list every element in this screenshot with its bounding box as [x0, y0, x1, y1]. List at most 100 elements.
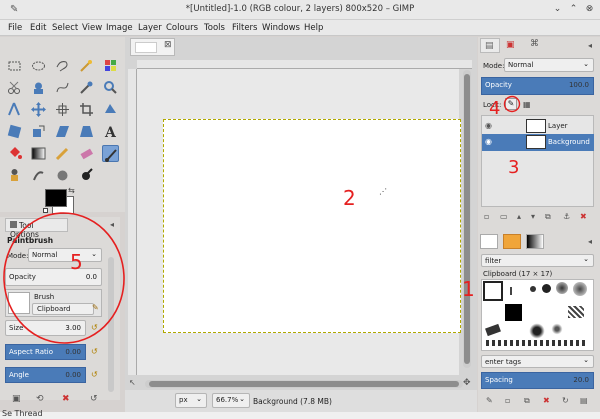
menu-help[interactable]: Help — [304, 23, 323, 33]
vertical-scrollbar[interactable] — [463, 70, 471, 368]
foreground-select-tool[interactable] — [30, 79, 47, 96]
brush-filter-input[interactable]: filter ⌄ — [481, 254, 594, 267]
text-tool[interactable]: A — [102, 123, 119, 141]
image-tab[interactable]: ⊠ — [130, 38, 175, 56]
layer-row-layer[interactable]: ◉ Layer — [482, 118, 594, 135]
paths-tool[interactable] — [54, 79, 71, 96]
menu-filters[interactable]: Filters — [232, 23, 257, 33]
paintbrush-tool[interactable] — [102, 145, 119, 162]
ellipse-select-tool[interactable] — [30, 57, 47, 74]
maximize-button[interactable]: ⌃ — [566, 2, 581, 17]
move-tool[interactable] — [30, 101, 47, 118]
smudge-tool[interactable] — [30, 167, 47, 184]
delete-brush-icon[interactable]: ✖ — [543, 396, 550, 405]
measure-tool[interactable] — [6, 101, 23, 118]
dodge-burn-tool[interactable] — [54, 167, 71, 184]
reset-options-icon[interactable]: ↺ — [90, 394, 98, 404]
open-brush-icon[interactable]: ▤ — [580, 396, 588, 405]
duplicate-layer-icon[interactable]: ⧉ — [545, 212, 551, 222]
close-button[interactable]: ⊗ — [582, 2, 597, 17]
image-canvas[interactable] — [163, 119, 461, 333]
menu-tools[interactable]: Tools — [204, 23, 225, 33]
brush-soft-large[interactable] — [573, 282, 587, 296]
brush-round-small[interactable] — [530, 286, 536, 292]
refresh-brushes-icon[interactable]: ↻ — [562, 396, 569, 405]
brush-splatter[interactable] — [528, 322, 546, 340]
brush-tags-input[interactable]: enter tags ⌄ — [481, 355, 594, 368]
zoom-select[interactable]: 66.7% ⌄ — [212, 393, 250, 408]
tab-gradients[interactable] — [526, 234, 544, 249]
tab-brushes[interactable] — [480, 234, 498, 249]
horizontal-scroll-thumb[interactable] — [149, 381, 459, 387]
pencil-tool[interactable] — [54, 145, 71, 162]
unit-select[interactable]: px ⌄ — [175, 393, 207, 408]
new-group-icon[interactable]: ▭ — [500, 212, 508, 221]
layer-mode-select[interactable]: Normal ⌄ — [504, 58, 594, 72]
gradient-tool[interactable] — [30, 145, 47, 162]
ink-tool[interactable] — [78, 167, 95, 184]
scissors-tool[interactable] — [6, 79, 23, 96]
swap-colors-icon[interactable]: ⇆ — [68, 186, 75, 195]
eye-icon[interactable]: ◉ — [485, 121, 492, 130]
fuzzy-select-tool[interactable] — [78, 57, 95, 74]
menu-view[interactable]: View — [82, 23, 102, 33]
lasso-tool[interactable] — [54, 57, 71, 74]
minimize-button[interactable]: ⌄ — [550, 2, 565, 17]
menu-colours[interactable]: Colours — [166, 23, 198, 33]
brush-sponge[interactable] — [550, 322, 564, 336]
vertical-scroll-thumb[interactable] — [464, 74, 470, 364]
edit-brush-icon[interactable]: ✎ — [486, 396, 493, 405]
brush-round-medium[interactable] — [542, 284, 551, 293]
rotate-tool[interactable] — [6, 123, 23, 140]
tab-paths[interactable]: ⌘ — [526, 38, 546, 53]
foreground-color-swatch[interactable] — [45, 189, 67, 207]
zoom-tool[interactable] — [102, 79, 119, 96]
clone-tool[interactable] — [6, 167, 23, 184]
duplicate-brush-icon[interactable]: ⧉ — [524, 396, 530, 406]
new-layer-icon[interactable]: ▫ — [484, 212, 489, 221]
bucket-fill-tool[interactable] — [6, 145, 23, 162]
menu-windows[interactable]: Windows — [262, 23, 300, 33]
layer-row-background[interactable]: ◉ Background — [482, 134, 594, 151]
delete-options-icon[interactable]: ✖ — [62, 394, 70, 404]
horizontal-scrollbar[interactable] — [145, 380, 463, 388]
layer-opacity-field[interactable]: Opacity 100.0 — [481, 77, 594, 95]
panel-menu-icon[interactable]: ◂ — [588, 237, 592, 246]
menu-file[interactable]: File — [8, 23, 22, 33]
brush-square[interactable] — [505, 304, 522, 321]
delete-layer-icon[interactable]: ✖ — [580, 212, 587, 221]
pointer-icon[interactable]: ↖ — [129, 378, 136, 387]
restore-options-icon[interactable]: ⟲ — [36, 394, 44, 404]
panel-menu-icon[interactable]: ◂ — [588, 41, 592, 50]
menu-layer[interactable]: Layer — [138, 23, 162, 33]
quick-mask-icon[interactable]: ✥ — [463, 378, 471, 388]
tab-patterns[interactable] — [503, 234, 521, 249]
align-tool[interactable] — [54, 101, 71, 118]
eraser-tool[interactable] — [78, 145, 95, 162]
tab-channels[interactable]: ▣ — [502, 38, 522, 53]
scale-tool[interactable] — [30, 123, 47, 140]
lower-layer-icon[interactable]: ▴ — [517, 212, 521, 221]
unified-transform-tool[interactable] — [102, 101, 119, 118]
select-by-color-tool[interactable] — [102, 57, 119, 74]
shear-tool[interactable] — [54, 123, 71, 140]
brush-soft[interactable] — [556, 282, 568, 294]
eye-icon[interactable]: ◉ — [485, 137, 492, 146]
color-picker-tool[interactable] — [78, 79, 95, 96]
new-brush-icon[interactable]: ▫ — [505, 396, 510, 405]
raise-layer-icon[interactable]: ▾ — [531, 212, 535, 221]
brush-line[interactable] — [510, 287, 512, 295]
spacing-field[interactable]: Spacing 20.0 — [481, 372, 594, 389]
lock-position-icon[interactable]: ▦ — [523, 100, 531, 109]
menu-image[interactable]: Image — [106, 23, 133, 33]
menu-select[interactable]: Select — [52, 23, 78, 33]
crop-tool[interactable] — [78, 101, 95, 118]
reset-angle-icon[interactable]: ↺ — [91, 370, 98, 379]
brush-row[interactable] — [486, 340, 586, 346]
save-options-icon[interactable]: ▣ — [12, 394, 21, 404]
brush-texture[interactable] — [568, 306, 584, 318]
angle-field[interactable]: Angle 0.00 — [5, 367, 86, 383]
close-icon[interactable]: ⊠ — [164, 40, 172, 50]
anchor-icon[interactable]: ⚓ — [563, 212, 570, 221]
menu-edit[interactable]: Edit — [30, 23, 46, 33]
